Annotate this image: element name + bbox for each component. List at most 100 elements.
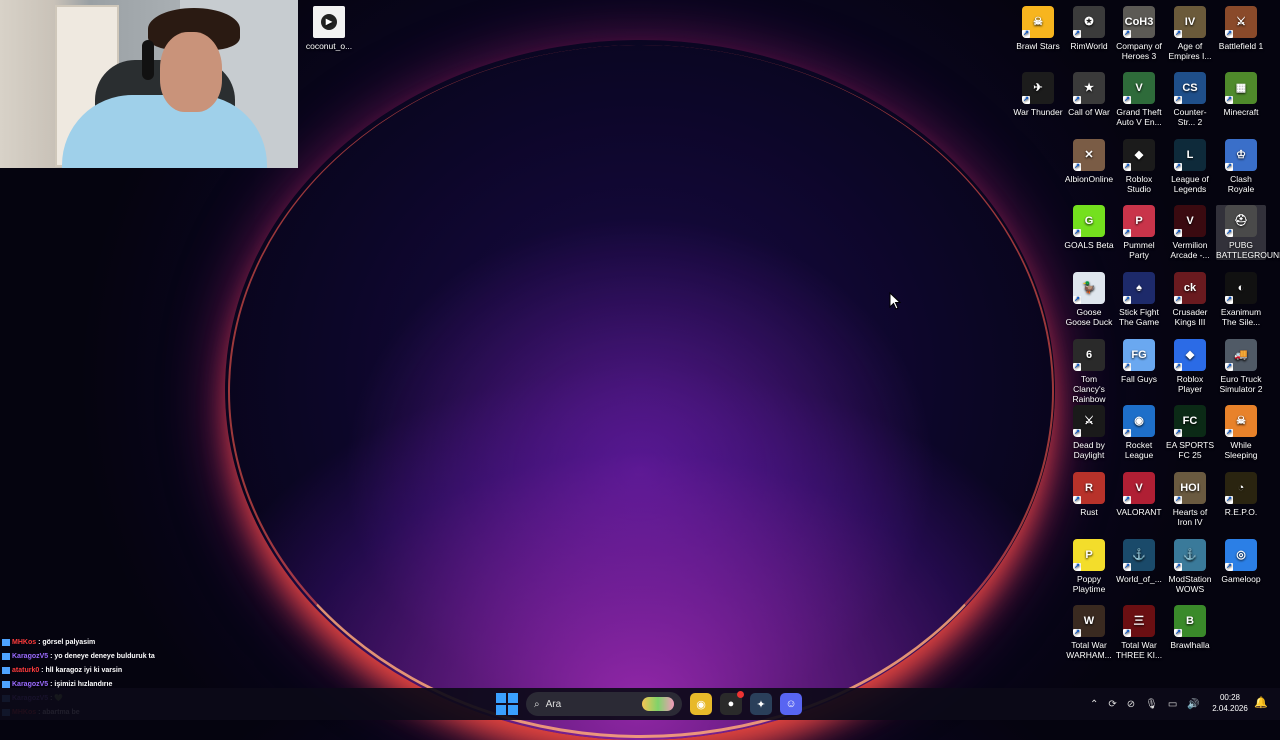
war-thunder-icon: ✈ ↗ xyxy=(1022,72,1054,104)
desktop-icon-counter-strike-2[interactable]: CS ↗ Counter-Str... 2 xyxy=(1165,72,1215,127)
desktop-icon-total-war-warhammer[interactable]: W ↗ Total War WARHAM... xyxy=(1064,605,1114,660)
desktop-icon-battlefield-1[interactable]: ⚔ ↗ Battlefield 1 xyxy=(1216,6,1266,51)
desktop-icon-pummel-party[interactable]: P ↗ Pummel Party xyxy=(1114,205,1164,260)
desktop-icon-rimworld[interactable]: ✪ ↗ RimWorld xyxy=(1064,6,1114,51)
desktop-icon-company-of-heroes-3[interactable]: CoH3 ↗ Company of Heroes 3 xyxy=(1114,6,1164,61)
chevron-up-icon[interactable]: ⌃ xyxy=(1090,699,1098,710)
desktop-icon-rainbow-six[interactable]: 6↗Tom Clancy's Rainbow Si... xyxy=(1064,339,1114,414)
exanimum-icon: ◐ ↗ xyxy=(1225,272,1257,304)
desktop-icon-goose-goose-duck[interactable]: 🦆 ↗ Goose Goose Duck xyxy=(1064,272,1114,327)
shortcut-arrow-icon: ↗ xyxy=(1022,96,1030,104)
desktop-icon-valorant[interactable]: V ↗ VALORANT xyxy=(1114,472,1164,517)
shortcut-arrow-icon: ↗ xyxy=(1225,363,1233,371)
clock[interactable]: 00:28 2.04.2026 xyxy=(1210,692,1250,714)
desktop-icon-label: ModStation WOWS xyxy=(1168,574,1212,594)
shortcut-arrow-icon: ↗ xyxy=(1073,296,1081,304)
desktop-icon-label: Call of War xyxy=(1068,107,1110,117)
desktop-icon-euro-truck[interactable]: 🚚 ↗ Euro Truck Simulator 2 xyxy=(1216,339,1266,394)
volume-icon[interactable]: 🔊 xyxy=(1187,699,1199,710)
desktop-icon-stick-fight[interactable]: ♠ ↗ Stick Fight The Game xyxy=(1114,272,1164,327)
call-of-war-icon: ★ ↗ xyxy=(1073,72,1105,104)
desktop-icon-poppy-playtime[interactable]: P ↗ Poppy Playtime xyxy=(1064,539,1114,594)
chat-text: : görsel palyasim xyxy=(36,639,96,646)
shortcut-arrow-icon: ↗ xyxy=(1073,163,1081,171)
display-icon[interactable]: ▭ xyxy=(1168,699,1177,710)
shortcut-arrow-icon: ↗ xyxy=(1073,30,1081,38)
desktop-icon-exanimum[interactable]: ◐ ↗ Exanimum The Sile... xyxy=(1216,272,1266,327)
rainbow-six-icon: 6 ↗ xyxy=(1073,339,1105,371)
windows-start-button[interactable] xyxy=(496,693,518,715)
desktop-icon-roblox-player[interactable]: ◆ ↗ Roblox Player xyxy=(1165,339,1215,394)
desktop-icon-brawl-stars[interactable]: ☠ ↗ Brawl Stars xyxy=(1013,6,1063,51)
desktop-icon-dead-by-daylight[interactable]: ⚔ ↗ Dead by Daylight xyxy=(1064,405,1114,460)
desktop-icon-label: Exanimum The Sile... xyxy=(1220,307,1262,327)
shortcut-arrow-icon: ↗ xyxy=(1225,96,1233,104)
desktop-icon-hearts-of-iron[interactable]: HOI ↗ Hearts of Iron IV xyxy=(1165,472,1215,527)
roblox-player-icon: ◆ ↗ xyxy=(1174,339,1206,371)
desktop-icon-goals-beta[interactable]: G ↗ GOALS Beta xyxy=(1064,205,1114,250)
desktop-icon-age-of-empires[interactable]: IV ↗ Age of Empires I... xyxy=(1165,6,1215,61)
shortcut-arrow-icon: ↗ xyxy=(1123,296,1131,304)
desktop-icon-rust[interactable]: R ↗ Rust xyxy=(1064,472,1114,517)
taskbar-app-chrome[interactable]: ◉ xyxy=(690,693,712,715)
shortcut-arrow-icon: ↗ xyxy=(1073,563,1081,571)
desktop-icon-repo[interactable]: ◔ ↗ R.E.P.O. xyxy=(1216,472,1266,517)
desktop-icon-world-of-warships[interactable]: ⚓ ↗ World_of_... xyxy=(1114,539,1164,584)
desktop-icon-while-sleeping[interactable]: ☠ ↗ While Sleeping xyxy=(1216,405,1266,460)
desktop-icon-label: Brawl Stars xyxy=(1016,41,1060,51)
desktop-file-video[interactable]: ▶ coconut_o... xyxy=(304,6,354,51)
notification-bell-icon[interactable]: 🔔 xyxy=(1254,696,1268,710)
desktop-icon-call-of-war[interactable]: ★ ↗ Call of War xyxy=(1064,72,1114,117)
brawl-stars-icon: ☠ ↗ xyxy=(1022,6,1054,38)
clock-date: 2.04.2026 xyxy=(1212,704,1248,713)
taskbar-search[interactable]: ⌕ Ara xyxy=(526,692,682,716)
chat-username: ataturk0 xyxy=(12,667,40,674)
desktop-icon-brawlhalla[interactable]: B ↗ Brawlhalla xyxy=(1165,605,1215,650)
chat-badge-icon xyxy=(2,666,10,674)
desktop-icon-albion-online[interactable]: ✕ ↗ AlbionOnline xyxy=(1064,139,1114,184)
shortcut-arrow-icon: ↗ xyxy=(1225,429,1233,437)
desktop-icon-clash-royale[interactable]: ♔ ↗ Clash Royale xyxy=(1216,139,1266,194)
desktop-icon-crusader-kings[interactable]: ck ↗ Crusader Kings III xyxy=(1165,272,1215,327)
desktop-icon-label: Battlefield 1 xyxy=(1218,41,1264,51)
desktop-icon-label: Euro Truck Simulator 2 xyxy=(1219,374,1263,394)
microphone-icon[interactable]: 🎙 xyxy=(1145,699,1158,710)
desktop-icon-roblox-studio[interactable]: ◆ ↗ Roblox Studio xyxy=(1114,139,1164,194)
desktop-icon-modstation-wows[interactable]: ⚓ ↗ ModStation WOWS xyxy=(1165,539,1215,594)
taskbar-app-obs[interactable]: ● xyxy=(720,691,744,715)
desktop-icon-minecraft[interactable]: ▦ ↗ Minecraft xyxy=(1216,72,1266,117)
video-file-icon: ▶ xyxy=(313,6,345,38)
counter-strike-2-icon: CS ↗ xyxy=(1174,72,1206,104)
taskbar: ⌕ Ara ◉ ● ✦ ☺ ⌃ ⟳ ⊘ 🎙 ▭ 🔊 00:28 2.04.2026 🔔 xyxy=(0,688,1280,720)
desktop-icon-war-thunder[interactable]: ✈ ↗ War Thunder xyxy=(1013,72,1063,117)
desktop-icon-vermilion-arcade[interactable]: V ↗ Vermilion Arcade -... xyxy=(1165,205,1215,260)
desktop-icon-label: Roblox Player xyxy=(1176,374,1204,394)
desktop-icon-league-of-legends[interactable]: L ↗ League of Legends xyxy=(1165,139,1215,194)
modstation-wows-icon: ⚓ ↗ xyxy=(1174,539,1206,571)
sync-icon[interactable]: ⟳ xyxy=(1108,699,1116,710)
desktop-icon-label: RimWorld xyxy=(1070,41,1108,51)
desktop-icon-rocket-league[interactable]: ◉ ↗ Rocket League xyxy=(1114,405,1164,460)
desktop-icon-label: Clash Royale xyxy=(1227,174,1255,194)
shortcut-arrow-icon: ↗ xyxy=(1123,496,1131,504)
search-placeholder: Ara xyxy=(545,698,562,710)
chat-badge-icon xyxy=(2,652,10,660)
desktop-icon-gta-v[interactable]: V ↗ Grand Theft Auto V En... xyxy=(1114,72,1164,127)
desktop-icon-ea-fc-25[interactable]: FC ↗ EA SPORTS FC 25 xyxy=(1165,405,1215,460)
webcam-overlay xyxy=(0,0,298,168)
desktop-icon-label: Fall Guys xyxy=(1121,374,1157,384)
network-off-icon[interactable]: ⊘ xyxy=(1127,699,1135,710)
albion-online-icon: ✕ ↗ xyxy=(1073,139,1105,171)
taskbar-app-discord[interactable]: ☺ xyxy=(780,693,802,715)
desktop-file-label: coconut_o... xyxy=(305,41,353,51)
taskbar-app-app-3[interactable]: ✦ xyxy=(750,693,772,715)
age-of-empires-icon: IV ↗ xyxy=(1174,6,1206,38)
desktop-icon-label: Goose Goose Duck xyxy=(1065,307,1113,327)
desktop-icon-gameloop[interactable]: ◎ ↗ Gameloop xyxy=(1216,539,1266,584)
desktop-icon-total-war-three-kingdoms[interactable]: 三 ↗ Total War THREE KI... xyxy=(1114,605,1164,660)
desktop-icon-pubg[interactable]: ⛑↗ PUBG BATTLEGROUNDS xyxy=(1216,205,1280,260)
roblox-studio-icon: ◆ ↗ xyxy=(1123,139,1155,171)
desktop-icon-fall-guys[interactable]: FG ↗ Fall Guys xyxy=(1114,339,1164,384)
search-highlight-icon xyxy=(642,697,674,711)
desktop-icon-label: While Sleeping xyxy=(1224,440,1258,460)
